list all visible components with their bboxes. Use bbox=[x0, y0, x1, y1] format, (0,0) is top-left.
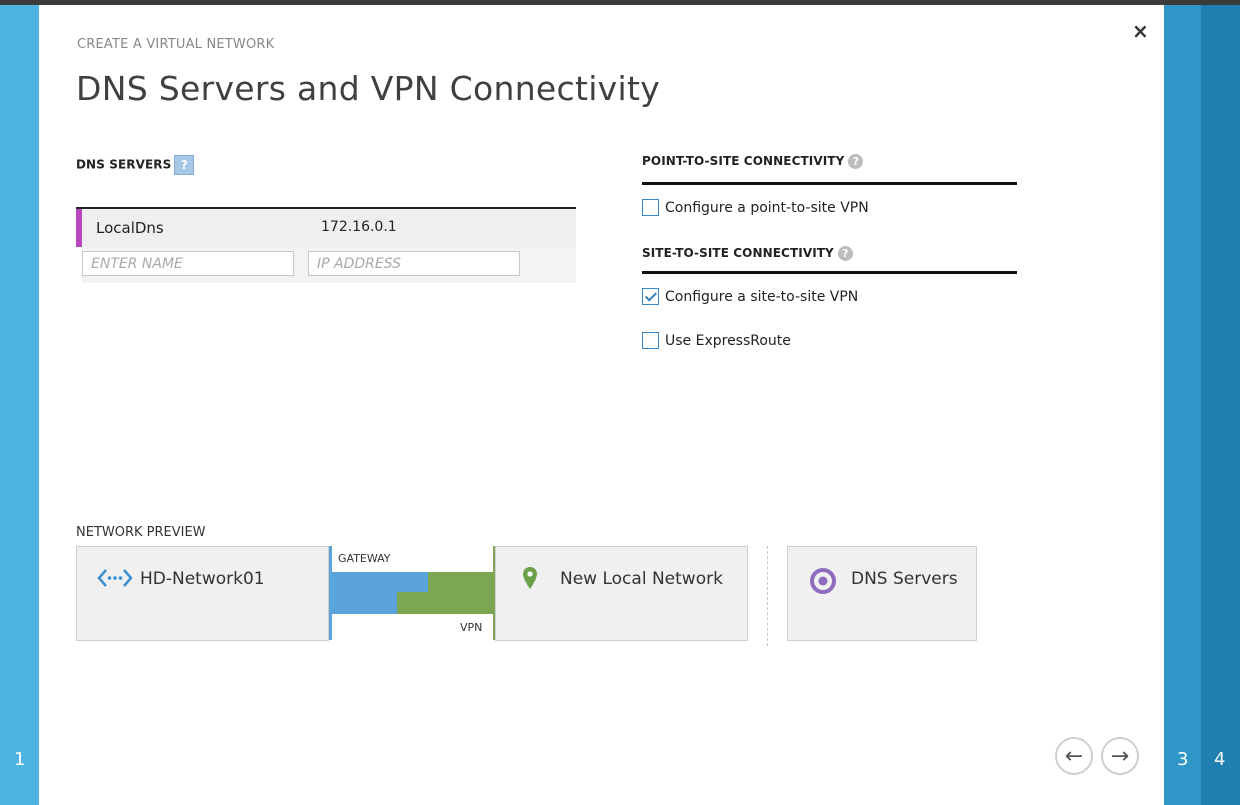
dns-server-ip: 172.16.0.1 bbox=[321, 219, 397, 235]
step-number-3[interactable]: 3 bbox=[1177, 749, 1188, 770]
wizard-step-rail-left[interactable]: 1 bbox=[0, 5, 39, 805]
site-to-site-vpn-checkbox[interactable] bbox=[642, 288, 659, 305]
vpn-label: VPN bbox=[460, 621, 483, 634]
point-to-site-option-label: Configure a point-to-site VPN bbox=[665, 199, 869, 216]
local-network-name: New Local Network bbox=[560, 569, 723, 589]
step-number-4[interactable]: 4 bbox=[1214, 749, 1225, 770]
site-to-site-vpn-label: Configure a site-to-site VPN bbox=[665, 288, 859, 305]
point-to-site-divider bbox=[642, 182, 1017, 185]
row-accent-bar bbox=[76, 209, 82, 247]
dns-new-entry-row bbox=[82, 247, 576, 283]
step-number-1[interactable]: 1 bbox=[14, 749, 25, 770]
wizard-dialog: × CREATE A VIRTUAL NETWORK DNS Servers a… bbox=[39, 5, 1164, 805]
point-to-site-label: POINT-TO-SITE CONNECTIVITY bbox=[642, 154, 845, 168]
dns-ip-input[interactable] bbox=[308, 251, 520, 276]
dns-server-name: LocalDns bbox=[96, 219, 164, 237]
site-to-site-help-icon[interactable]: ? bbox=[837, 246, 853, 261]
dns-servers-label: DNS SERVERS bbox=[76, 157, 172, 172]
next-button[interactable]: → bbox=[1101, 737, 1139, 775]
point-to-site-option[interactable]: Configure a point-to-site VPN bbox=[642, 199, 869, 216]
expressroute-checkbox[interactable] bbox=[642, 332, 659, 349]
virtual-network-icon bbox=[97, 567, 133, 593]
site-to-site-divider bbox=[642, 271, 1017, 274]
dns-servers-icon bbox=[809, 567, 837, 599]
network-preview-label: NETWORK PREVIEW bbox=[76, 525, 206, 540]
page-title: DNS Servers and VPN Connectivity bbox=[76, 69, 661, 108]
expressroute-option[interactable]: Use ExpressRoute bbox=[642, 332, 791, 349]
site-to-site-heading: SITE-TO-SITE CONNECTIVITY? bbox=[642, 246, 853, 261]
point-to-site-checkbox[interactable] bbox=[642, 199, 659, 216]
location-pin-icon bbox=[522, 566, 538, 594]
dns-servers-box: DNS Servers bbox=[787, 546, 977, 641]
arrow-left-icon: ← bbox=[1064, 743, 1084, 769]
virtual-network-name: HD-Network01 bbox=[140, 569, 265, 589]
wizard-step-rail-4[interactable]: 4 bbox=[1201, 5, 1240, 805]
dns-server-row[interactable]: LocalDns 172.16.0.1 bbox=[76, 207, 576, 247]
arrow-right-icon: → bbox=[1110, 743, 1130, 769]
point-to-site-heading: POINT-TO-SITE CONNECTIVITY? bbox=[642, 154, 864, 169]
expressroute-label: Use ExpressRoute bbox=[665, 332, 791, 349]
point-to-site-help-icon[interactable]: ? bbox=[848, 154, 864, 169]
wizard-step-rail-3[interactable]: 3 bbox=[1164, 5, 1201, 805]
dns-servers-heading: DNS SERVERS? bbox=[76, 155, 195, 175]
virtual-network-box: HD-Network01 bbox=[76, 546, 329, 641]
dns-servers-box-label: DNS Servers bbox=[851, 569, 958, 589]
site-to-site-vpn-option[interactable]: Configure a site-to-site VPN bbox=[642, 288, 858, 305]
gateway-label: GATEWAY bbox=[338, 552, 391, 565]
site-to-site-label: SITE-TO-SITE CONNECTIVITY bbox=[642, 246, 834, 260]
preview-separator bbox=[767, 546, 768, 646]
breadcrumb: CREATE A VIRTUAL NETWORK bbox=[77, 37, 275, 52]
close-button[interactable]: × bbox=[1132, 19, 1149, 43]
dns-name-input[interactable] bbox=[82, 251, 294, 276]
dns-help-icon[interactable]: ? bbox=[174, 155, 195, 175]
back-button[interactable]: ← bbox=[1055, 737, 1093, 775]
local-network-box: New Local Network bbox=[495, 546, 748, 641]
dns-servers-table: LocalDns 172.16.0.1 bbox=[76, 207, 576, 283]
